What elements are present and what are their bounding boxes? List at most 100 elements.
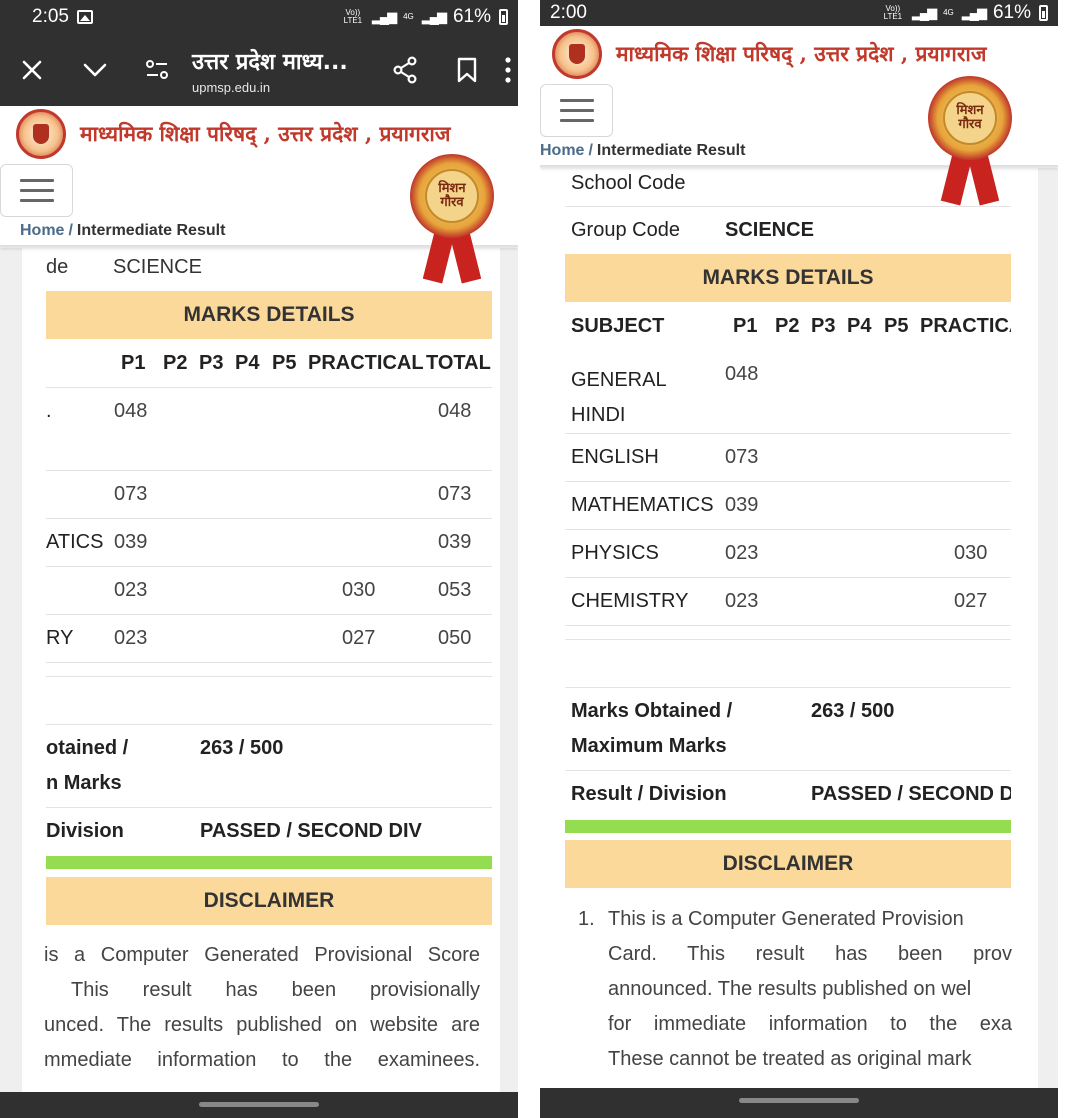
mission-gaurav-badge: मिशन गौरव <box>928 76 1014 206</box>
table-row: PHYSICS 023 030 <box>565 530 1011 577</box>
browser-toolbar: उत्तर प्रदेश माध्य... upmsp.edu.in <box>0 34 518 106</box>
home-gesture-handle[interactable] <box>739 1098 859 1103</box>
table-row: MATHEMATICS 039 <box>565 482 1011 529</box>
chevron-down-icon <box>83 63 107 77</box>
site-settings-button[interactable] <box>126 34 188 106</box>
page-title-area[interactable]: उत्तर प्रदेश माध्य... upmsp.edu.in <box>188 46 374 95</box>
p1-cell: 023 <box>725 542 759 564</box>
total-cell: 050 <box>438 627 472 649</box>
breadcrumb-home-link[interactable]: Home <box>20 222 64 240</box>
col-practical: PRACTICA <box>920 315 1011 337</box>
table-row: . 048 048 <box>46 388 492 470</box>
marks-obtained-label-line1: otained / <box>46 737 129 759</box>
col-p4: P4 <box>235 352 260 374</box>
practical-cell: 030 <box>342 579 376 601</box>
col-p5: P5 <box>884 315 909 337</box>
battery-icon <box>1039 5 1048 21</box>
menu-icon <box>19 179 54 182</box>
breadcrumb-separator: / <box>68 222 73 239</box>
col-p3: P3 <box>811 315 836 337</box>
col-p4: P4 <box>847 315 872 337</box>
battery-percent: 61% <box>992 2 1031 23</box>
total-cell: 039 <box>438 531 472 553</box>
site-name: माध्यमिक शिक्षा परिषद् , उत्तर प्रदेश , … <box>616 41 987 66</box>
board-logo <box>16 109 66 159</box>
col-p2: P2 <box>775 315 800 337</box>
practical-cell: 027 <box>954 590 988 612</box>
mission-gaurav-badge: मिशन गौरव <box>410 154 496 284</box>
disclaimer-header: DISCLAIMER <box>565 840 1011 888</box>
battery-icon <box>499 9 508 25</box>
disclaimer-text: 1. This is a Computer Generated Provisio… <box>578 902 1012 1077</box>
subject-cell: . <box>46 400 52 422</box>
bookmark-button[interactable] <box>436 34 498 106</box>
battery-percent: 61% <box>452 6 491 27</box>
p1-cell: 039 <box>114 531 148 553</box>
more-options-button[interactable] <box>498 34 518 106</box>
table-row: 073 073 <box>46 471 492 518</box>
disclaimer-item-number: 1. <box>578 908 595 930</box>
menu-icon <box>559 99 594 102</box>
table-row: ATICS 039 039 <box>46 519 492 566</box>
p1-cell: 023 <box>114 579 148 601</box>
disclaimer-text: is a Computer Generated Provisional Scor… <box>44 938 480 1078</box>
subject-cell: RY <box>46 627 74 649</box>
more-vert-icon <box>505 57 511 83</box>
col-total: TOTAL <box>426 352 491 374</box>
system-nav-bar <box>540 1088 1058 1118</box>
marks-column-headers: SUBJECT P1 P2 P3 P4 P5 PRACTICA <box>565 302 1011 350</box>
practical-cell: 030 <box>954 542 988 564</box>
clock: 2:00 <box>550 2 587 23</box>
disclaimer-line: mmediate information to the examinees. <box>44 1049 480 1071</box>
result-division-row: Result / Division PASSED / SECOND DI <box>565 771 1011 817</box>
menu-button[interactable] <box>0 164 73 217</box>
subject-cell: GENERAL HINDI <box>571 369 666 426</box>
close-tab-button[interactable] <box>0 34 64 106</box>
minimize-button[interactable] <box>64 34 126 106</box>
marks-obtained-value: 263 / 500 <box>811 700 895 722</box>
table-row: GENERAL HINDI 048 <box>565 351 1011 433</box>
clock: 2:05 <box>32 6 69 27</box>
table-row: ENGLISH 073 <box>565 434 1011 481</box>
disclaimer-line: These cannot be treated as original mark <box>608 1048 972 1070</box>
right-screenshot: School Code Group Code SCIENCE MARKS DET… <box>540 0 1058 1118</box>
subject-cell: CHEMISTRY <box>571 590 689 612</box>
table-row: CHEMISTRY 023 027 <box>565 578 1011 625</box>
network-type: 4G <box>403 12 414 21</box>
p1-cell: 048 <box>114 400 148 422</box>
group-code-label: de <box>46 256 69 278</box>
col-subject: SUBJECT <box>571 315 665 337</box>
disclaimer-line: announced. The results published on wel <box>608 978 972 1000</box>
school-code-label: School Code <box>571 172 686 194</box>
bookmark-icon <box>457 57 477 83</box>
marks-column-headers: P1 P2 P3 P4 P5 PRACTICAL TOTAL <box>46 339 492 387</box>
col-practical: PRACTICAL <box>308 352 424 374</box>
p1-cell: 073 <box>725 446 759 468</box>
marks-obtained-row: otained / n Marks 263 / 500 <box>46 725 492 807</box>
table-row: RY 023 027 050 <box>46 615 492 662</box>
total-cell: 073 <box>438 483 472 505</box>
p1-cell: 023 <box>114 627 148 649</box>
marks-obtained-value: 263 / 500 <box>200 737 284 759</box>
share-button[interactable] <box>374 34 436 106</box>
p1-cell: 073 <box>114 483 148 505</box>
marks-obtained-label-line2: Maximum Marks <box>571 735 727 757</box>
signal-icon: ▂▄▆ <box>421 9 447 24</box>
marks-details-header: MARKS DETAILS <box>565 254 1011 302</box>
subject-cell: MATHEMATICS <box>571 494 714 516</box>
home-gesture-handle[interactable] <box>199 1102 319 1107</box>
status-bar: 2:00 Vo)) LTE1 ▂▄▆ 4G ▂▄▆ 61% <box>540 0 1058 26</box>
p1-cell: 048 <box>725 363 759 385</box>
menu-button[interactable] <box>540 84 613 137</box>
volte-icon: Vo)) LTE1 <box>883 4 903 21</box>
site-settings-icon <box>146 60 168 79</box>
breadcrumb-home-link[interactable]: Home <box>540 142 584 160</box>
divider <box>518 0 540 1118</box>
result-division-label: Result / Division <box>571 783 727 805</box>
disclaimer-line: unced. The results published on website … <box>44 1014 480 1036</box>
badge-text: मिशन गौरव <box>943 91 997 145</box>
disclaimer-line: is a Computer Generated Provisional Scor… <box>44 944 480 966</box>
page-url: upmsp.edu.in <box>192 79 271 95</box>
site-name: माध्यमिक शिक्षा परिषद् , उत्तर प्रदेश , … <box>80 121 451 146</box>
group-code-value: SCIENCE <box>725 219 814 241</box>
